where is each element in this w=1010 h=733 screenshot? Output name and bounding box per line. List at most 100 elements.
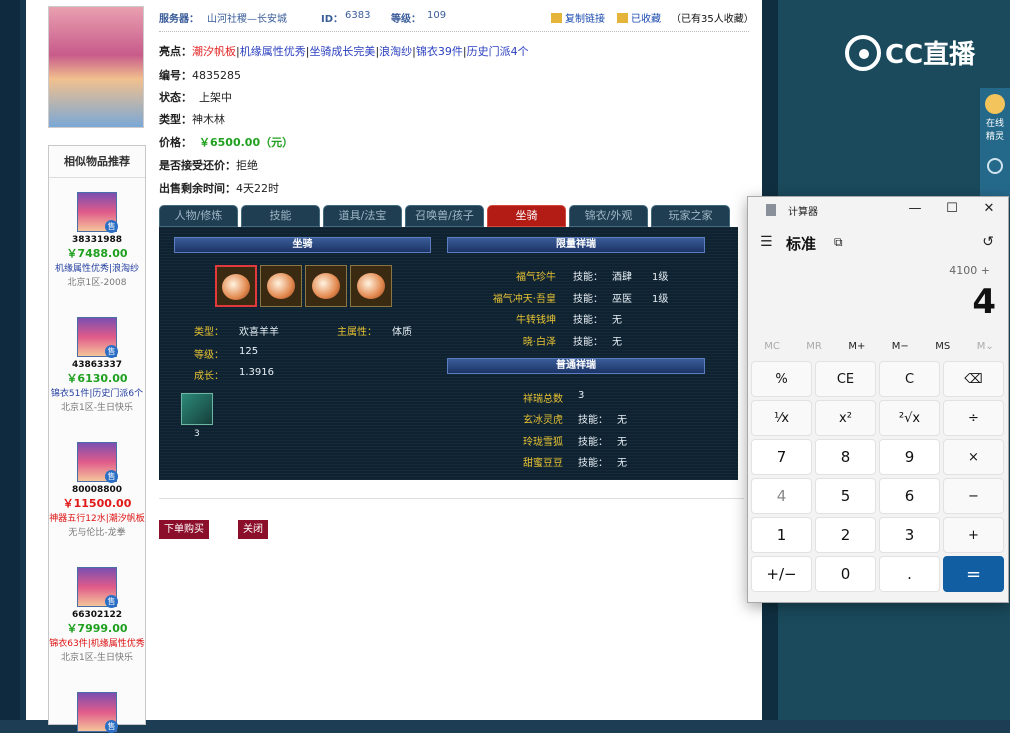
similar-items-title: 相似物品推荐 (49, 146, 145, 178)
digit-5-key[interactable]: 5 (815, 478, 876, 514)
mount-attr-label: 主属性： (337, 327, 377, 338)
maximize-icon[interactable]: ☐ (938, 201, 966, 216)
server-label: 服务器： (159, 14, 199, 25)
number-value: 4835285 (192, 69, 241, 82)
similar-item-thumb[interactable] (77, 317, 118, 358)
common-skill: 无 (617, 437, 627, 448)
highlight-tag: 机缘属性优秀 (239, 45, 306, 58)
similar-item[interactable]: 38331988 ￥7488.00 机缘属性优秀|浪淘纱 北京1区-2008 (49, 192, 145, 288)
add-key[interactable]: + (943, 517, 1004, 553)
similar-item-id: 80008800 (71, 485, 123, 495)
digit-2-key[interactable]: 2 (815, 517, 876, 553)
memory-add-button[interactable]: M+ (848, 341, 865, 352)
close-icon[interactable]: ✕ (975, 201, 1003, 216)
history-icon[interactable]: ↺ (982, 234, 994, 250)
similar-item-tag: 锦衣63件|机缘属性优秀 (49, 639, 145, 649)
digit-6-key[interactable]: 6 (879, 478, 940, 514)
close-button[interactable]: 关闭 (238, 520, 268, 539)
similar-item-server: 北京1区-生日快乐 (61, 403, 133, 413)
remaining-label: 出售剩余时间： (159, 182, 236, 195)
digit-9-key[interactable]: 9 (879, 439, 940, 475)
folder-icon (617, 13, 628, 23)
similar-item-server: 无与伦比-龙拳 (68, 528, 126, 538)
tab-outfit[interactable]: 锦衣/外观 (569, 205, 648, 227)
online-helper-widget[interactable]: 在线精灵 (980, 88, 1010, 198)
copy-icon (551, 13, 562, 23)
mount-slot[interactable] (260, 265, 302, 307)
favorite-button[interactable]: 已收藏 (617, 10, 661, 25)
mount-level-label: 等级： (194, 350, 224, 361)
equals-key[interactable]: = (943, 556, 1004, 592)
remaining-value: 4天22时 (236, 182, 279, 195)
square-root-key[interactable]: ²√x (879, 400, 940, 436)
digit-8-key[interactable]: 8 (815, 439, 876, 475)
similar-item[interactable] (49, 692, 145, 733)
decimal-key[interactable]: . (879, 556, 940, 592)
subtract-key[interactable]: − (943, 478, 1004, 514)
similar-item-server: 北京1区-2008 (67, 278, 127, 288)
mount-panel: 坐骑 限量祥瑞 类型： 欢喜羊羊 主属性： 体质 等级： 125 成长： 1.3… (159, 227, 738, 480)
common-total-label: 祥瑞总数 (523, 394, 563, 405)
similar-item-price: ￥6130.00 (66, 372, 128, 385)
buy-button[interactable]: 下单购买 (159, 520, 209, 539)
similar-item[interactable]: 80008800 ￥11500.00 神器五行12水|潮汐帆板 无与伦比-龙拳 (49, 442, 145, 538)
digit-1-key[interactable]: 1 (751, 517, 812, 553)
clear-entry-key[interactable]: CE (815, 361, 876, 397)
percent-key[interactable]: % (751, 361, 812, 397)
square-key[interactable]: x² (815, 400, 876, 436)
hamburger-menu-icon[interactable]: ☰ (760, 234, 773, 250)
price-row: 价格： ￥6500.00（元） (159, 134, 293, 150)
mount-slot[interactable] (350, 265, 392, 307)
limited-skill-label: 技能： (573, 337, 603, 348)
id-value: 6383 (345, 10, 371, 21)
tab-character[interactable]: 人物/修炼 (159, 205, 238, 227)
clock-icon[interactable] (987, 158, 1003, 174)
copy-link-button[interactable]: 复制链接 (551, 10, 605, 25)
tab-home[interactable]: 玩家之家 (651, 205, 730, 227)
similar-item[interactable]: 66302122 ￥7999.00 锦衣63件|机缘属性优秀 北京1区-生日快乐 (49, 567, 145, 663)
memory-clear-button[interactable]: MC (764, 341, 780, 352)
digit-4-key[interactable]: 4 (751, 478, 812, 514)
calculator-title: 计算器 (788, 206, 818, 218)
similar-item-id: 38331988 (71, 235, 123, 245)
similar-item-thumb[interactable] (77, 442, 118, 483)
price-value: ￥6500.00（元） (199, 136, 294, 149)
tab-mount[interactable]: 坐骑 (487, 205, 566, 227)
mount-skill-icon[interactable] (181, 393, 213, 425)
mount-slot[interactable] (305, 265, 347, 307)
mount-slot[interactable] (215, 265, 257, 307)
multiply-key[interactable]: × (943, 439, 1004, 475)
similar-items-panel: 相似物品推荐 38331988 ￥7488.00 机缘属性优秀|浪淘纱 北京1区… (48, 145, 146, 733)
limited-name: 福气冲天·吾皇 (492, 294, 556, 305)
similar-item[interactable]: 43863337 ￥6130.00 锦衣51件|历史门派6个 北京1区-生日快乐 (49, 317, 145, 413)
backspace-key[interactable]: ⌫ (943, 361, 1004, 397)
similar-item-thumb[interactable] (77, 192, 118, 233)
similar-item-thumb[interactable] (77, 567, 118, 608)
similar-item-thumb[interactable] (77, 692, 118, 733)
minimize-icon[interactable]: — (901, 201, 929, 216)
common-name: 甜蜜豆豆 (523, 458, 563, 469)
calculator-expression: 4100 + (949, 264, 990, 277)
price-label: 价格： (159, 136, 192, 149)
calculator-window: 计算器 — ☐ ✕ ☰ 标准 ⧉ ↺ 4100 + 4 MC MR M+ M− … (747, 196, 1009, 603)
digit-3-key[interactable]: 3 (879, 517, 940, 553)
keep-on-top-icon[interactable]: ⧉ (834, 235, 843, 250)
reciprocal-key[interactable]: ⅟x (751, 400, 812, 436)
detail-tabs: 人物/修炼 技能 道具/法宝 召唤兽/孩子 坐骑 锦衣/外观 玩家之家 (159, 205, 730, 227)
tab-summons[interactable]: 召唤兽/孩子 (405, 205, 484, 227)
memory-store-button[interactable]: MS (935, 341, 950, 352)
digit-0-key[interactable]: 0 (815, 556, 876, 592)
clear-key[interactable]: C (879, 361, 940, 397)
negate-key[interactable]: +/− (751, 556, 812, 592)
mount-skill-count: 3 (194, 429, 200, 439)
calculator-titlebar[interactable]: 计算器 (748, 197, 1008, 223)
memory-list-button[interactable]: M⌄ (977, 341, 994, 352)
divide-key[interactable]: ÷ (943, 400, 1004, 436)
tab-items[interactable]: 道具/法宝 (323, 205, 402, 227)
memory-subtract-button[interactable]: M− (892, 341, 909, 352)
helper-label: 在线精灵 (985, 119, 1004, 142)
digit-7-key[interactable]: 7 (751, 439, 812, 475)
common-skill: 无 (617, 415, 627, 426)
memory-recall-button[interactable]: MR (806, 341, 822, 352)
tab-skills[interactable]: 技能 (241, 205, 320, 227)
